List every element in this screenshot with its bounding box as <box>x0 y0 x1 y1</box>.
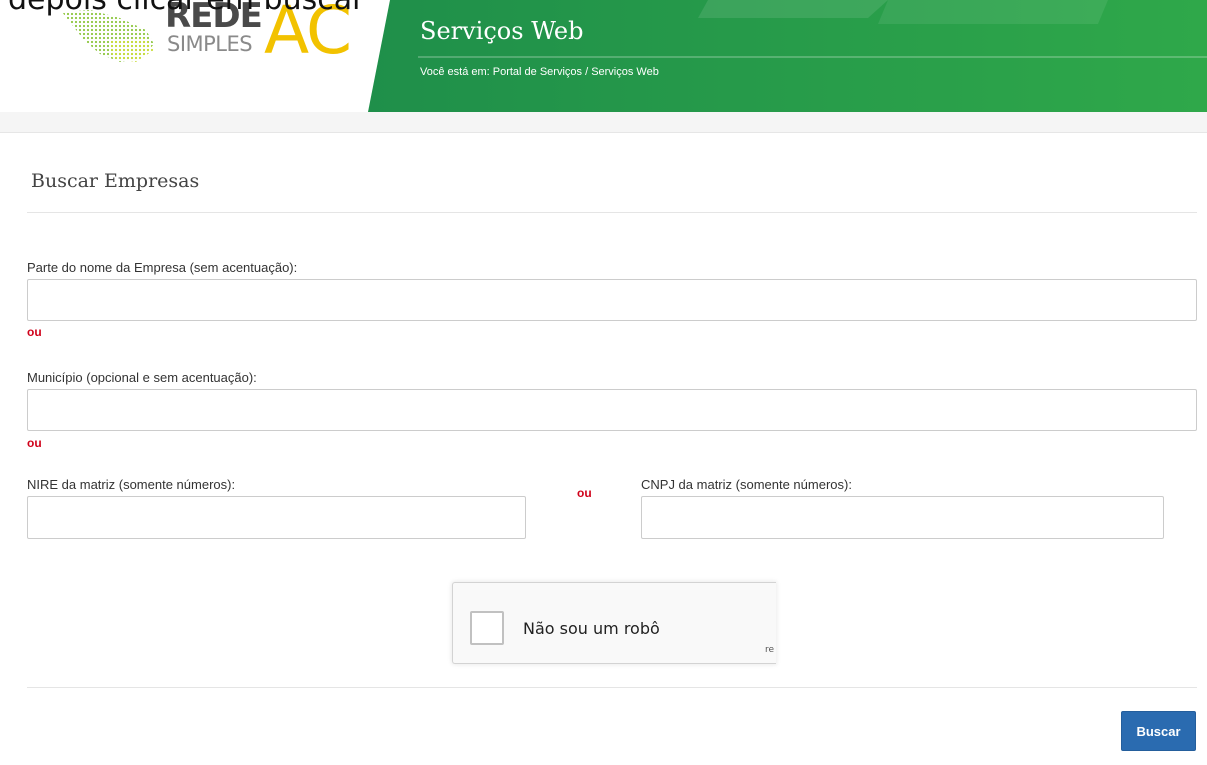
nome-label: Parte do nome da Empresa (sem acentuação… <box>27 260 298 275</box>
nire-label: NIRE da matriz (somente números): <box>27 477 236 492</box>
divider <box>27 687 1197 688</box>
page-title: Serviços Web <box>420 17 584 45</box>
header-divider <box>0 112 1207 133</box>
breadcrumb: Você está em: Portal de Serviços / Servi… <box>420 66 659 78</box>
recaptcha-brand: re <box>765 645 775 655</box>
ou-separator: ou <box>27 436 42 450</box>
ou-separator: ou <box>577 486 592 500</box>
nome-input[interactable] <box>27 279 1197 321</box>
nire-input[interactable] <box>27 496 526 539</box>
recaptcha-label: Não sou um robô <box>523 619 660 638</box>
buscar-button[interactable]: Buscar <box>1121 711 1196 751</box>
form-title: Buscar Empresas <box>31 170 200 192</box>
divider <box>27 212 1197 213</box>
overlay-caption: depois clicar em buscar <box>8 0 364 17</box>
municipio-input[interactable] <box>27 389 1197 431</box>
recaptcha-widget: Não sou um robô re <box>452 582 776 664</box>
municipio-label: Município (opcional e sem acentuação): <box>27 370 257 385</box>
recaptcha-checkbox[interactable] <box>470 611 504 645</box>
cnpj-input[interactable] <box>641 496 1164 539</box>
cnpj-label: CNPJ da matriz (somente números): <box>641 477 852 492</box>
ou-separator: ou <box>27 325 42 339</box>
logo-simples-text: SIMPLES <box>167 32 253 56</box>
